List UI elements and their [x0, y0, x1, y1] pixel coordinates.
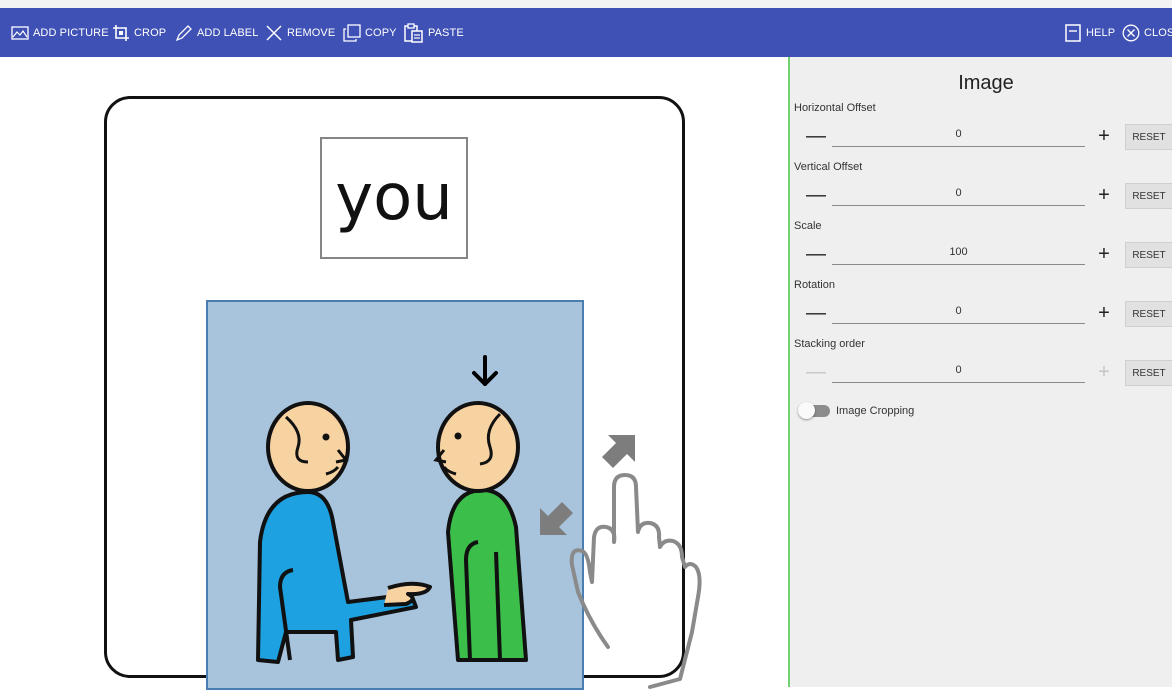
window-top-strip — [0, 0, 1172, 8]
editor-canvas[interactable]: you — [0, 57, 788, 690]
stacking-order-reset-button[interactable]: RESET — [1125, 360, 1172, 386]
add-label-button[interactable]: ADD LABEL — [175, 8, 258, 57]
paste-icon — [404, 22, 423, 43]
copy-icon — [343, 23, 361, 42]
add-label-label: ADD LABEL — [197, 26, 259, 39]
stacking-order-decrement-button[interactable]: — — [806, 361, 826, 384]
paste-button[interactable]: PASTE — [404, 8, 464, 57]
scale-input[interactable]: 100 — [832, 241, 1085, 265]
card-label[interactable]: you — [320, 137, 468, 259]
add-picture-label: ADD PICTURE — [33, 26, 109, 39]
close-button[interactable]: CLOS — [1122, 8, 1172, 57]
toggle-knob — [798, 402, 815, 419]
add-picture-button[interactable]: ADD PICTURE — [11, 8, 109, 57]
pencil-icon — [175, 24, 192, 41]
vertical-offset-label: Vertical Offset — [794, 161, 863, 173]
card-picture[interactable] — [206, 300, 584, 690]
rotation-reset-button[interactable]: RESET — [1125, 301, 1172, 327]
horizontal-offset-reset-button[interactable]: RESET — [1125, 124, 1172, 150]
properties-panel: Image Horizontal Offset — 0 + RESET Vert… — [790, 57, 1172, 687]
copy-label: COPY — [365, 26, 397, 39]
stacking-order-increment-button[interactable]: + — [1094, 361, 1114, 384]
card-label-text: you — [335, 161, 453, 235]
remove-label: REMOVE — [287, 26, 336, 39]
person-green-figure — [433, 401, 528, 662]
scale-label: Scale — [794, 220, 822, 232]
scale-decrement-button[interactable]: — — [806, 243, 826, 266]
vertical-offset-increment-button[interactable]: + — [1094, 184, 1114, 207]
resize-gesture-overlay — [540, 435, 702, 689]
crop-button[interactable]: CROP — [112, 8, 166, 57]
people-you-illustration — [256, 355, 528, 664]
horizontal-offset-input[interactable]: 0 — [832, 123, 1085, 147]
panel-title: Image — [958, 72, 1014, 94]
rotation-label: Rotation — [794, 279, 835, 291]
vertical-offset-decrement-button[interactable]: — — [806, 184, 826, 207]
crop-icon — [113, 24, 129, 41]
help-label: HELP — [1086, 26, 1116, 39]
rotation-input[interactable]: 0 — [832, 300, 1085, 324]
picture-icon — [11, 25, 29, 40]
paste-label: PASTE — [428, 26, 464, 39]
remove-button[interactable]: REMOVE — [265, 8, 335, 57]
help-book-icon — [1065, 23, 1081, 42]
rotation-decrement-button[interactable]: — — [806, 302, 826, 325]
stacking-order-label: Stacking order — [794, 338, 865, 350]
vertical-offset-reset-button[interactable]: RESET — [1125, 183, 1172, 209]
close-label: CLOS — [1144, 26, 1172, 39]
horizontal-offset-decrement-button[interactable]: — — [806, 125, 826, 148]
close-x-icon — [266, 25, 282, 40]
help-button[interactable]: HELP — [1064, 8, 1115, 57]
horizontal-offset-label: Horizontal Offset — [794, 102, 876, 114]
image-cropping-label: Image Cropping — [836, 405, 915, 417]
hand-gesture-icon — [569, 473, 702, 689]
down-arrow-icon — [472, 355, 498, 386]
copy-button[interactable]: COPY — [343, 8, 397, 57]
toolbar: ADD PICTURE CROP ADD LABEL REMOVE COPY P… — [0, 8, 1172, 57]
close-circle-icon — [1122, 24, 1140, 41]
scale-increment-button[interactable]: + — [1094, 243, 1114, 266]
horizontal-offset-increment-button[interactable]: + — [1094, 125, 1114, 148]
image-cropping-toggle[interactable] — [798, 402, 830, 419]
vertical-offset-input[interactable]: 0 — [832, 182, 1085, 206]
crop-label: CROP — [134, 26, 167, 39]
expand-arrow-icon — [540, 435, 635, 535]
rotation-increment-button[interactable]: + — [1094, 302, 1114, 325]
person-blue-figure — [256, 401, 432, 664]
scale-reset-button[interactable]: RESET — [1125, 242, 1172, 268]
stacking-order-input[interactable]: 0 — [832, 359, 1085, 383]
